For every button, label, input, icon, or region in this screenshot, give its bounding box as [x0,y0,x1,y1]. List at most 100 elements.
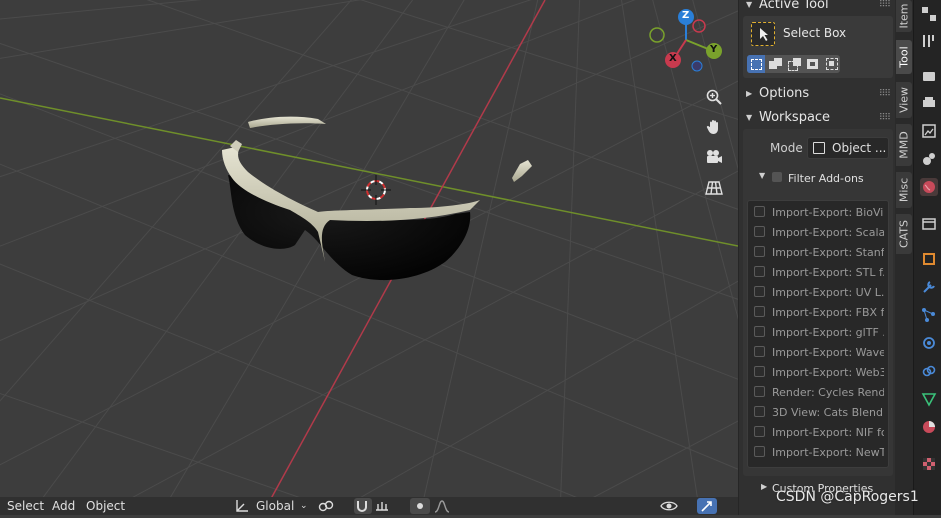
addon-checkbox[interactable] [754,366,765,377]
filter-addons-checkbox[interactable] [772,172,782,182]
menu-add[interactable]: Add [47,497,80,515]
sidebar-tabs: Item Tool View MMD Misc CATS [895,0,913,515]
selection-mode-buttons [747,55,840,73]
mode-intersect-button[interactable] [823,55,840,73]
snap-target-dropdown[interactable] [374,498,404,514]
addon-item[interactable]: Import-Export: glTF ... [754,323,884,343]
addon-checkbox[interactable] [754,326,765,337]
render-props-button[interactable] [920,67,938,85]
addon-item[interactable]: Import-Export: NewT... [754,443,884,463]
world-icon [923,181,935,193]
3d-viewport[interactable]: Z Y X [0,0,738,515]
texture-props-button[interactable] [920,455,938,473]
tab-tool[interactable]: Tool [896,40,912,74]
gizmo-x-label: X [669,53,677,64]
tool-settings-button[interactable] [920,32,938,50]
tab-misc-label: Misc [897,177,911,203]
active-tool-props-button[interactable] [920,5,938,23]
menu-object[interactable]: Object [81,497,130,515]
pan-button[interactable] [702,115,726,139]
data-props-button[interactable] [920,390,938,408]
drag-grip-icon[interactable]: ⠿⠿ [879,107,891,129]
world-props-button[interactable] [920,178,938,196]
mesh-triangle-icon [921,393,937,407]
tab-view[interactable]: View [896,82,912,118]
left-temple[interactable] [248,116,326,128]
addon-checkbox[interactable] [754,426,765,437]
mode-dropdown[interactable]: Object ... [807,137,889,159]
physics-icon [923,337,935,349]
options-header[interactable]: ▶ Options ⠿⠿ [739,83,896,105]
addon-item[interactable]: Import-Export: STL f... [754,263,884,283]
snap-toggle[interactable] [354,498,372,514]
material-props-button[interactable] [920,418,938,436]
active-tool-header[interactable]: ▼ Active Tool ⠿⠿ [739,0,896,16]
tab-cats-label: CATS [897,219,911,249]
addon-checkbox[interactable] [754,266,765,277]
tab-misc[interactable]: Misc [896,172,912,208]
tab-mmd-label: MMD [897,131,911,159]
3d-cursor[interactable] [361,175,391,205]
chevron-down-icon: ⌄ [300,501,308,511]
visibility-dropdown[interactable] [660,498,692,514]
menu-select[interactable]: Select [2,497,49,515]
pivot-point-dropdown[interactable] [318,498,348,514]
addon-item[interactable]: Render: Cycles Rend... [754,383,884,403]
addon-checkbox[interactable] [754,226,765,237]
particles-props-button[interactable] [920,306,938,324]
addon-item[interactable]: 3D View: Cats Blend... [754,403,884,423]
addon-item[interactable]: Import-Export: FBX f... [754,303,884,323]
grid-icon [705,181,723,195]
addon-checkbox[interactable] [754,406,765,417]
addon-item[interactable]: Import-Export: Stanf... [754,243,884,263]
addon-checkbox[interactable] [754,446,765,457]
printer-icon [923,97,935,107]
modifier-props-button[interactable] [920,278,938,296]
select-box-tool-icon[interactable] [751,22,775,46]
addons-list: Import-Export: BioVi... Import-Export: S… [747,200,889,468]
addon-checkbox[interactable] [754,346,765,357]
right-temple[interactable] [512,160,532,182]
mode-set-button[interactable] [747,55,765,73]
camera-back-icon [923,72,935,81]
tab-item[interactable]: Item [896,0,912,32]
physics-props-button[interactable] [920,334,938,352]
triangle-right-icon[interactable]: ▶ [761,482,767,491]
addon-item[interactable]: Import-Export: BioVi... [754,203,884,223]
triangle-down-icon[interactable]: ▼ [759,171,765,180]
addon-item[interactable]: Import-Export: Web3... [754,363,884,383]
view-layer-props-button[interactable] [920,122,938,140]
transform-orientation-dropdown[interactable]: Global ⌄ [232,498,310,514]
scene-props-button[interactable] [920,150,938,168]
constraints-props-button[interactable] [920,362,938,380]
tab-cats[interactable]: CATS [896,214,912,254]
addon-checkbox[interactable] [754,306,765,317]
perspective-toggle-button[interactable] [702,176,726,200]
falloff-dropdown[interactable] [434,498,460,514]
addon-label: Import-Export: UV L... [772,286,884,299]
gizmo-toggle[interactable] [697,498,717,514]
collection-props-button[interactable] [920,215,938,233]
camera-view-button[interactable] [702,145,726,169]
zoom-button[interactable] [702,85,726,109]
addon-item[interactable]: Import-Export: UV L... [754,283,884,303]
addon-checkbox[interactable] [754,386,765,397]
addon-item[interactable]: Import-Export: Wave... [754,343,884,363]
drag-grip-icon[interactable]: ⠿⠿ [879,0,891,16]
mode-invert-button[interactable] [804,55,822,73]
addon-checkbox[interactable] [754,206,765,217]
workspace-header[interactable]: ▼ Workspace ⠿⠿ [739,107,896,129]
triangle-right-icon: ▶ [746,89,753,98]
cursor-arrow-icon [760,28,768,41]
drag-grip-icon[interactable]: ⠿⠿ [879,83,891,105]
output-props-button[interactable] [920,94,938,112]
object-props-button[interactable] [920,250,938,268]
mode-subtract-button[interactable] [785,55,803,73]
tab-mmd[interactable]: MMD [896,124,912,166]
mode-extend-button[interactable] [766,55,784,73]
proportional-editing-toggle[interactable] [410,498,430,514]
addon-checkbox[interactable] [754,286,765,297]
addon-item[interactable]: Import-Export: NIF fo... [754,423,884,443]
addon-item[interactable]: Import-Export: Scala... [754,223,884,243]
addon-checkbox[interactable] [754,246,765,257]
